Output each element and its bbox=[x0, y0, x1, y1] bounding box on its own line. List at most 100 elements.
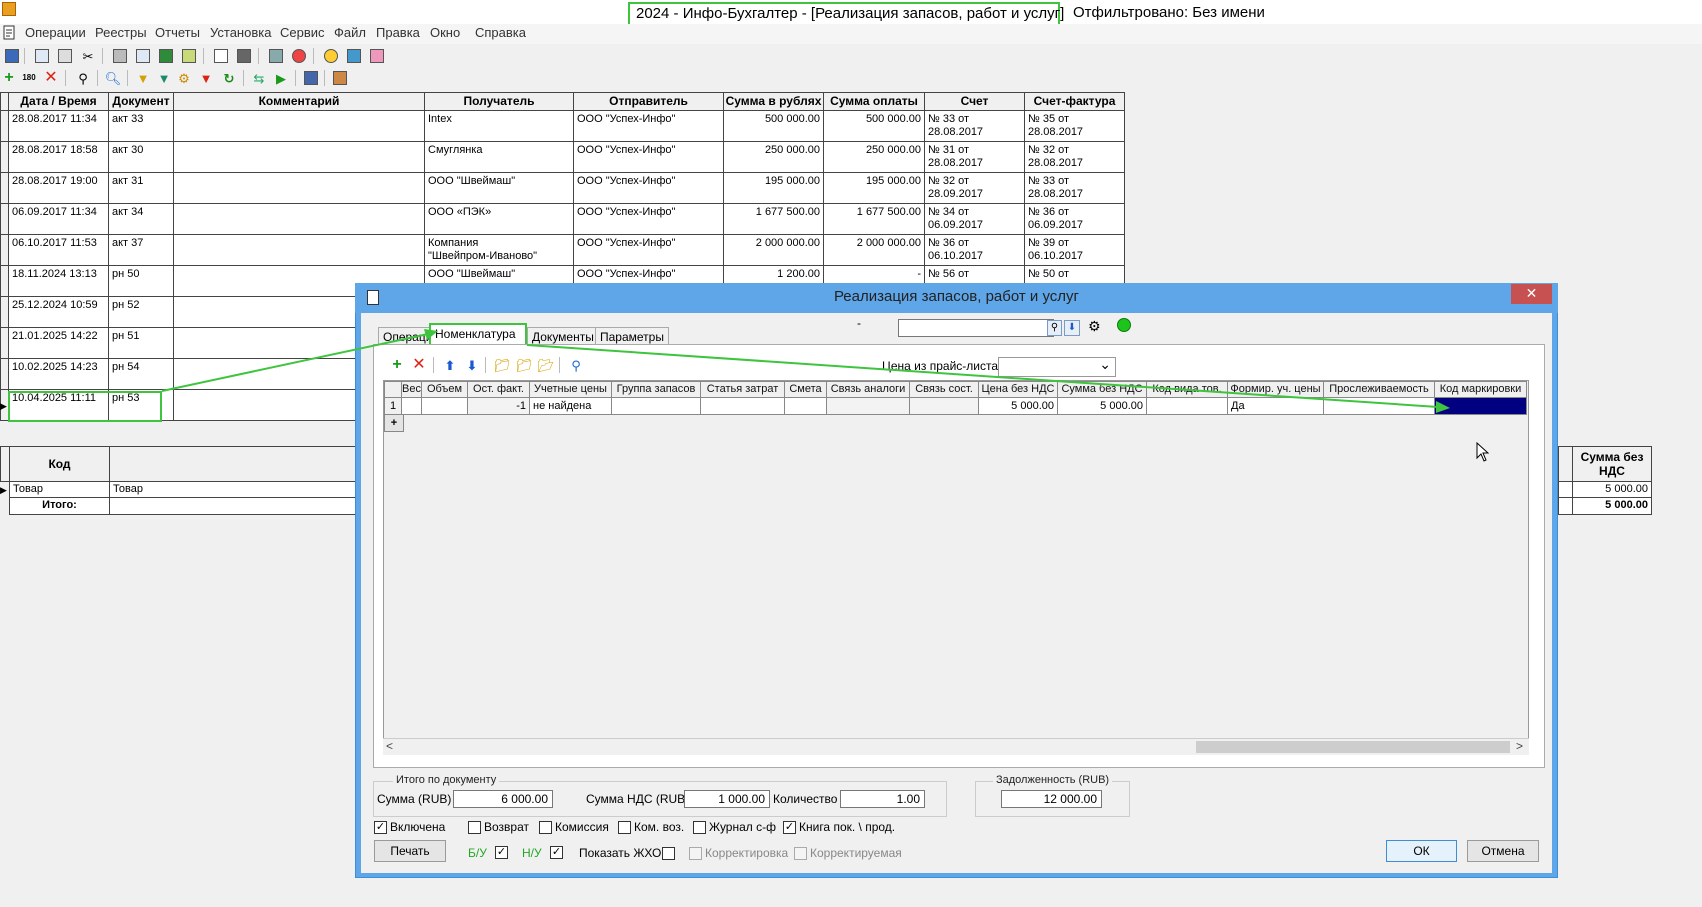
tab-parameters[interactable]: Параметры bbox=[595, 327, 669, 345]
cell-comment[interactable] bbox=[174, 111, 425, 142]
cell-sum-rub[interactable]: 195 000.00 bbox=[724, 173, 824, 204]
cell-datetime[interactable]: 28.08.2017 19:00 bbox=[9, 173, 109, 204]
cell-payment[interactable]: 2 000 000.00 bbox=[824, 235, 925, 266]
col-goods-type-code[interactable]: Код вида тов. bbox=[1147, 381, 1228, 398]
cell-datetime[interactable]: 06.10.2017 11:53 bbox=[9, 235, 109, 266]
run-icon[interactable]: ▶ bbox=[272, 69, 290, 87]
vat-field[interactable]: 1 000.00 bbox=[684, 790, 770, 808]
cell-invoice[interactable]: № 33 от 28.08.2017 bbox=[925, 111, 1025, 142]
settings-icon[interactable]: ⚙ bbox=[1088, 318, 1106, 336]
print-button[interactable]: Печать bbox=[374, 840, 446, 862]
cell-goods-type-code[interactable] bbox=[1147, 398, 1228, 415]
transfer-icon[interactable]: ⇆ bbox=[250, 69, 268, 87]
paste-icon[interactable] bbox=[56, 47, 74, 65]
col-traceability[interactable]: Прослеживаемость bbox=[1324, 381, 1435, 398]
col-weight[interactable]: Вес bbox=[402, 381, 422, 398]
cell-stock-group[interactable] bbox=[612, 398, 701, 415]
cell-datetime[interactable]: 28.08.2017 11:34 bbox=[9, 111, 109, 142]
col-sum-no-vat[interactable]: Сумма без НДС bbox=[1058, 381, 1147, 398]
menu-window[interactable]: Окно bbox=[430, 25, 460, 40]
scrollbar-thumb[interactable] bbox=[1196, 741, 1510, 753]
cell-comment[interactable] bbox=[174, 204, 425, 235]
cell-document[interactable]: рн 54 bbox=[109, 359, 174, 390]
rotate-icon[interactable]: 180 bbox=[20, 69, 38, 87]
exit-icon[interactable] bbox=[331, 69, 349, 87]
cell-link-analog[interactable] bbox=[827, 398, 910, 415]
col-datetime[interactable]: Дата / Время bbox=[9, 92, 109, 111]
col-actual-stock[interactable]: Ост. факт. bbox=[468, 381, 530, 398]
col-estimate[interactable]: Смета bbox=[785, 381, 827, 398]
palette-icon[interactable] bbox=[368, 47, 386, 65]
cell-document[interactable]: рн 50 bbox=[109, 266, 174, 297]
document-icon[interactable] bbox=[2, 25, 18, 41]
journal-checkbox[interactable] bbox=[693, 821, 706, 834]
menu-help[interactable]: Справка bbox=[475, 25, 526, 40]
excel-icon[interactable] bbox=[157, 47, 175, 65]
photo-icon[interactable] bbox=[345, 47, 363, 65]
refresh-icon[interactable]: ↻ bbox=[220, 69, 238, 87]
cell-recipient[interactable]: ООО "Швеймаш" bbox=[425, 173, 574, 204]
cell-datetime[interactable]: 28.08.2017 18:58 bbox=[9, 142, 109, 173]
cell-sum-rub[interactable]: 500 000.00 bbox=[724, 111, 824, 142]
col-invoice[interactable]: Счет bbox=[925, 92, 1025, 111]
lower-row-sum[interactable]: 5 000.00 bbox=[1572, 482, 1652, 498]
folder-open-icon[interactable]: 📂︎ bbox=[537, 356, 555, 374]
close-button[interactable]: ✕ bbox=[1511, 284, 1552, 304]
price-list-select[interactable] bbox=[998, 356, 1116, 377]
commission-checkbox[interactable] bbox=[539, 821, 552, 834]
col-payment[interactable]: Сумма оплаты bbox=[824, 92, 925, 111]
cell-cost-item[interactable] bbox=[701, 398, 785, 415]
cell-sender[interactable]: ООО "Успех-Инфо" bbox=[574, 142, 724, 173]
cell-tax-invoice[interactable]: № 35 от 28.08.2017 bbox=[1025, 111, 1125, 142]
cancel-button[interactable]: Отмена bbox=[1467, 840, 1539, 862]
grid-icon[interactable] bbox=[3, 47, 21, 65]
cell-sender[interactable]: ООО "Успех-Инфо" bbox=[574, 204, 724, 235]
cell-document[interactable]: акт 31 bbox=[109, 173, 174, 204]
row-selector[interactable] bbox=[0, 235, 9, 266]
bu-checkbox[interactable]: ✓ bbox=[495, 846, 508, 859]
col-document[interactable]: Документ bbox=[109, 92, 174, 111]
show-jho-checkbox[interactable] bbox=[662, 847, 675, 860]
col-link-comp[interactable]: Связь сост. bbox=[910, 381, 979, 398]
col-comment[interactable]: Комментарий bbox=[174, 92, 425, 111]
cell-price-no-vat[interactable]: 5 000.00 bbox=[979, 398, 1058, 415]
cell-document[interactable]: акт 34 bbox=[109, 204, 174, 235]
cell-comment[interactable] bbox=[174, 173, 425, 204]
cell-recipient[interactable]: ООО «ПЭК» bbox=[425, 204, 574, 235]
scroll-right-icon[interactable]: > bbox=[1516, 739, 1523, 753]
ok-button[interactable]: ОК bbox=[1386, 840, 1457, 862]
cell-tax-invoice[interactable]: № 32 от 28.08.2017 bbox=[1025, 142, 1125, 173]
book-checkbox[interactable]: ✓ bbox=[783, 821, 796, 834]
delete-icon[interactable]: ✕ bbox=[42, 69, 60, 87]
compass-icon[interactable] bbox=[322, 47, 340, 65]
menu-registers[interactable]: Реестры bbox=[95, 25, 147, 40]
add-row-button[interactable]: + bbox=[384, 415, 404, 432]
filter-edit-icon[interactable]: ▼ bbox=[155, 69, 173, 87]
add-icon[interactable]: + bbox=[0, 69, 18, 87]
filter-group-icon[interactable]: ⚙ bbox=[175, 69, 193, 87]
cell-payment[interactable]: 250 000.00 bbox=[824, 142, 925, 173]
col-sum-rub[interactable]: Сумма в рублях bbox=[724, 92, 824, 111]
scroll-left-icon[interactable]: < bbox=[386, 739, 393, 753]
menu-service[interactable]: Сервис bbox=[280, 25, 325, 40]
lifebuoy-icon[interactable] bbox=[290, 47, 308, 65]
cell-invoice[interactable]: № 31 от 28.08.2017 bbox=[925, 142, 1025, 173]
cell-sum-rub[interactable]: 250 000.00 bbox=[724, 142, 824, 173]
cell-comment[interactable] bbox=[174, 142, 425, 173]
correction-checkbox[interactable] bbox=[689, 847, 702, 860]
menu-operations[interactable]: Операции bbox=[25, 25, 86, 40]
lower-row-code[interactable]: Товар bbox=[9, 482, 110, 498]
cut-icon[interactable]: ✂ bbox=[79, 47, 97, 65]
search-icon[interactable]: ⚲ bbox=[1047, 320, 1062, 336]
sum-field[interactable]: 6 000.00 bbox=[453, 790, 553, 808]
row-selector[interactable] bbox=[0, 173, 9, 204]
col-price-no-vat[interactable]: Цена без НДС bbox=[979, 381, 1058, 398]
cell-document[interactable]: акт 33 bbox=[109, 111, 174, 142]
search-input[interactable] bbox=[898, 319, 1054, 337]
return-checkbox[interactable] bbox=[468, 821, 481, 834]
cell-document[interactable]: акт 37 bbox=[109, 235, 174, 266]
cell-sum-rub[interactable]: 1 677 500.00 bbox=[724, 204, 824, 235]
col-stock-group[interactable]: Группа запасов bbox=[612, 381, 701, 398]
row-selector[interactable] bbox=[0, 111, 9, 142]
cell-payment[interactable]: 500 000.00 bbox=[824, 111, 925, 142]
